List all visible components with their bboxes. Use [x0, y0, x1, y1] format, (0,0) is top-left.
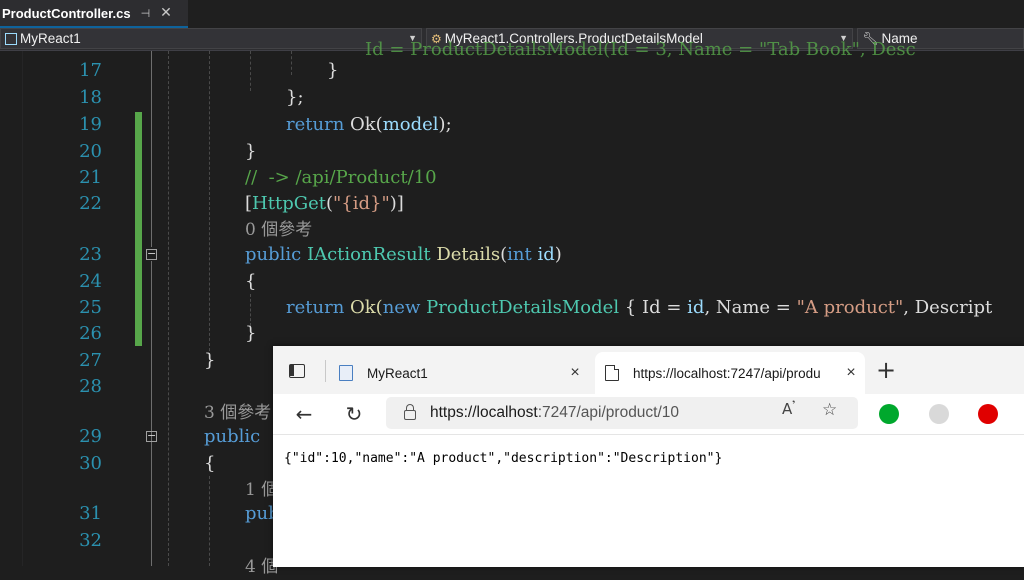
editor-tab-bar: ProductController.cs ⊣ ✕ [0, 0, 1024, 28]
back-arrow-icon[interactable]: ← [290, 400, 318, 428]
page-favicon-icon [605, 365, 619, 381]
evernote-extension-icon[interactable] [879, 404, 899, 424]
line-number: 22 [79, 193, 102, 214]
new-tab-button[interactable]: + [873, 358, 899, 384]
code-text: { [245, 271, 257, 292]
close-tab-icon[interactable]: × [837, 364, 865, 382]
codelens-references[interactable]: 3 個參考 [204, 400, 271, 426]
code-line: 18 }; [0, 85, 1024, 112]
line-number: 19 [79, 114, 102, 135]
favorite-star-icon[interactable]: ☆ [822, 400, 837, 420]
extension-icon[interactable] [929, 404, 949, 424]
line-number: 29 [79, 426, 102, 447]
tab-divider [325, 360, 326, 382]
url-path: :7247/api/product/10 [537, 404, 680, 421]
code-line: 24 { [0, 269, 1024, 296]
line-number: 20 [79, 141, 102, 162]
browser-tab-api[interactable]: https://localhost:7247/api/produ × [595, 352, 865, 394]
line-number: 26 [79, 323, 102, 344]
line-number: 27 [79, 350, 102, 371]
line-number: 32 [79, 530, 102, 551]
address-bar[interactable]: https://localhost:7247/api/product/10 A𝄒… [386, 397, 858, 429]
code-text: }; [286, 87, 304, 108]
lock-icon[interactable] [404, 404, 416, 420]
code-line: 17 } [0, 58, 1024, 85]
tab-actions-icon[interactable] [289, 364, 305, 378]
page-favicon-icon [339, 365, 353, 381]
pin-icon[interactable]: ⊣ [141, 7, 151, 20]
code-text: return Ok(model); [286, 114, 452, 135]
url-host: https://localhost [430, 404, 538, 421]
code-text: { [204, 453, 216, 474]
code-line: 22 [HttpGet("{id}")] [0, 191, 1024, 218]
browser-toolbar: ← ↻ https://localhost:7247/api/product/1… [273, 394, 1024, 434]
editor-tab[interactable]: ProductController.cs ⊣ ✕ [0, 0, 188, 28]
page-content: {"id":10,"name":"A product","description… [273, 434, 1024, 567]
json-response-text: {"id":10,"name":"A product","description… [284, 451, 723, 466]
read-aloud-icon[interactable]: A𝄒 [782, 400, 795, 418]
code-attribute: [HttpGet("{id}")] [245, 193, 404, 214]
line-number: 25 [79, 297, 102, 318]
close-tab-icon[interactable]: × [561, 364, 589, 382]
code-line: 23 public IActionResult Details(int id) [0, 242, 1024, 269]
browser-tab-myreact1[interactable]: MyReact1 × [329, 352, 589, 394]
adblock-extension-icon[interactable] [978, 404, 998, 424]
line-number: 18 [79, 87, 102, 108]
line-number: 21 [79, 167, 102, 188]
line-number: 17 [79, 60, 102, 81]
code-line: 26 } [0, 321, 1024, 348]
browser-tab-title: MyReact1 [367, 365, 428, 381]
codelens-references[interactable]: 0 個參考 [245, 217, 312, 243]
code-text: } [327, 60, 339, 81]
line-number: 31 [79, 503, 102, 524]
csharp-project-icon [5, 32, 17, 45]
code-text: public [204, 426, 261, 447]
code-line: 25 return Ok(new ProductDetailsModel { I… [0, 295, 1024, 322]
close-icon[interactable]: ✕ [160, 5, 172, 21]
code-text: } [245, 141, 257, 162]
code-text: public IActionResult Details(int id) [245, 244, 562, 265]
code-comment: // -> /api/Product/10 [245, 167, 437, 188]
browser-tab-title: https://localhost:7247/api/produ [633, 365, 821, 381]
project-dropdown[interactable]: MyReact1 ▼ [0, 28, 422, 49]
line-number: 24 [79, 271, 102, 292]
line-number: 23 [79, 244, 102, 265]
code-line: 19 return Ok(model); [0, 112, 1024, 139]
code-text: return Ok(new ProductDetailsModel { Id =… [286, 297, 993, 318]
code-text: } [204, 350, 216, 371]
editor-tab-title: ProductController.cs [2, 5, 131, 21]
code-text: } [245, 323, 257, 344]
code-line: 21 // -> /api/Product/10 [0, 165, 1024, 192]
line-number: 28 [79, 376, 102, 397]
browser-tab-strip: MyReact1 × https://localhost:7247/api/pr… [273, 346, 1024, 394]
project-dropdown-value: MyReact1 [20, 31, 81, 46]
browser-window: MyReact1 × https://localhost:7247/api/pr… [273, 346, 1024, 567]
code-line: 20 } [0, 139, 1024, 166]
line-number: 30 [79, 453, 102, 474]
refresh-icon[interactable]: ↻ [340, 400, 368, 428]
